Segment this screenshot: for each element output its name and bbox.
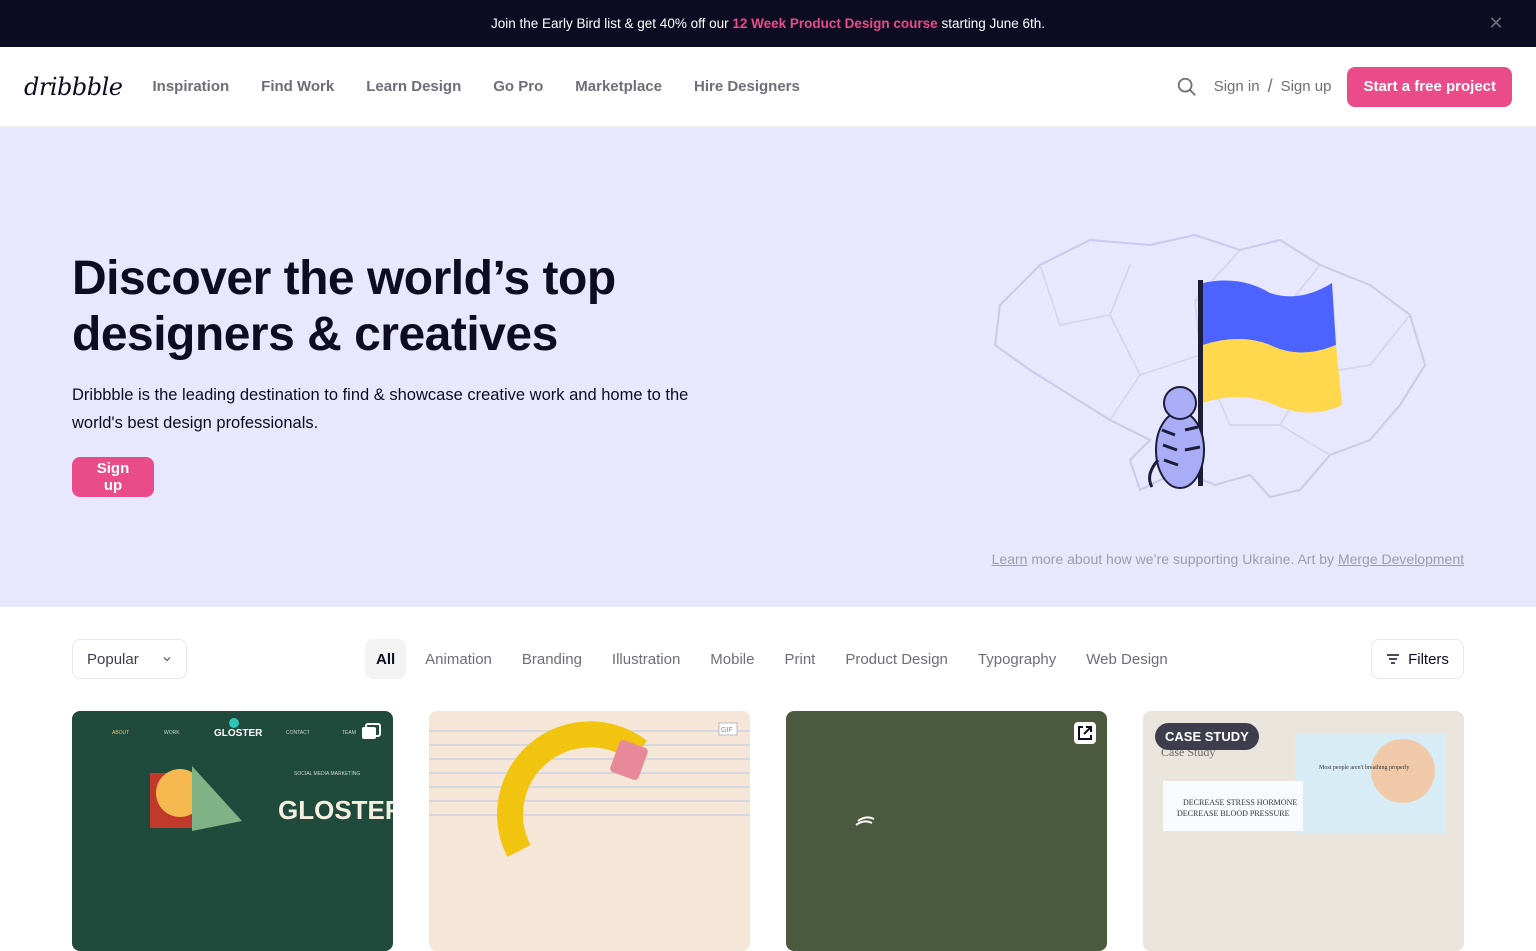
shot1-nav-team: TEAM — [342, 730, 356, 736]
tab-branding[interactable]: Branding — [511, 639, 593, 679]
hero-title-line1: Discover the world’s top — [72, 252, 616, 305]
nav-find-work[interactable]: Find Work — [261, 78, 334, 95]
shot1-tag: SOCIAL MEDIA MARKETING — [294, 771, 360, 777]
promo-banner: Join the Early Bird list & get 40% off o… — [0, 0, 1536, 47]
tab-illustration[interactable]: Illustration — [601, 639, 691, 679]
shot-card[interactable]: ABOUT WORK GLOSTER CONTACT TEAM SOCIAL M… — [72, 711, 393, 951]
banner-text-before: Join the Early Bird list & get 40% off o… — [490, 16, 733, 31]
tab-web-design[interactable]: Web Design — [1075, 639, 1178, 679]
dribbble-logo[interactable]: dribbble — [24, 73, 123, 101]
tab-typography[interactable]: Typography — [967, 639, 1067, 679]
filter-icon — [1387, 654, 1400, 664]
case-study-line-2: DECREASE BLOOD PRESSURE — [1177, 809, 1290, 818]
tab-product-design[interactable]: Product Design — [834, 639, 959, 679]
case-study-line-1: DECREASE STRESS HORMONE — [1183, 798, 1297, 807]
credit-text: more about how we’re supporting Ukraine.… — [1027, 551, 1338, 567]
nav-go-pro[interactable]: Go Pro — [493, 78, 543, 95]
shot-thumbnail — [855, 816, 875, 826]
hero-sign-up-button[interactable]: Sign up — [72, 457, 154, 497]
filters-button[interactable]: Filters — [1371, 639, 1464, 679]
nav-hire-designers[interactable]: Hire Designers — [694, 78, 800, 95]
hero-text: Discover the world’s top designers & cre… — [72, 251, 692, 497]
chevron-down-icon — [163, 656, 171, 662]
learn-more-link[interactable]: Learn — [992, 551, 1028, 567]
hero-title: Discover the world’s top designers & cre… — [72, 251, 692, 363]
auth-links: Sign in / Sign up — [1214, 76, 1332, 97]
filters-label: Filters — [1408, 650, 1449, 668]
nav-learn-design[interactable]: Learn Design — [366, 78, 461, 95]
case-study-badge: CASE STUDY — [1155, 723, 1259, 750]
tiger-head — [1163, 386, 1197, 420]
shots-grid: ABOUT WORK GLOSTER CONTACT TEAM SOCIAL M… — [72, 711, 1464, 951]
gif-badge: GIF — [721, 727, 733, 734]
shot1-nav-contact: CONTACT — [286, 730, 310, 736]
nav-inspiration[interactable]: Inspiration — [152, 78, 229, 95]
filter-bar: Popular All Animation Branding Illustrat… — [0, 607, 1536, 711]
header-actions: Sign in / Sign up Start a free project — [1176, 66, 1512, 107]
shot1-nav-about: ABOUT — [112, 730, 129, 736]
start-project-button[interactable]: Start a free project — [1347, 66, 1512, 107]
flag-yellow — [1203, 339, 1342, 413]
close-icon[interactable]: ✕ — [1486, 13, 1506, 33]
nav-marketplace[interactable]: Marketplace — [575, 78, 662, 95]
sign-up-link[interactable]: Sign up — [1281, 78, 1332, 95]
tab-mobile[interactable]: Mobile — [699, 639, 765, 679]
tab-print[interactable]: Print — [773, 639, 826, 679]
multi-shot-icon — [362, 723, 381, 739]
shot1-logo: GLOSTER — [214, 728, 263, 739]
merge-development-link[interactable]: Merge Development — [1338, 551, 1464, 567]
auth-separator: / — [1267, 76, 1273, 96]
hero-credit: Learn more about how we’re supporting Uk… — [992, 551, 1464, 567]
ukraine-map-illustration — [993, 233, 1427, 499]
shot1-nav-work: WORK — [164, 730, 180, 736]
category-tabs: All Animation Branding Illustration Mobi… — [365, 639, 1187, 679]
site-header: dribbble Inspiration Find Work Learn Des… — [0, 47, 1536, 127]
tab-all[interactable]: All — [365, 639, 407, 679]
search-icon[interactable] — [1176, 76, 1198, 98]
shot-card[interactable] — [786, 711, 1107, 951]
banner-course-link[interactable]: 12 Week Product Design course — [732, 16, 937, 31]
main-nav: Inspiration Find Work Learn Design Go Pr… — [152, 78, 799, 95]
shot-card[interactable]: GIF — [429, 711, 750, 951]
sort-value: Popular — [87, 650, 139, 668]
tiger-body — [1155, 411, 1205, 489]
shot-thumbnail: ABOUT WORK GLOSTER CONTACT TEAM SOCIAL M… — [112, 718, 393, 831]
sign-in-link[interactable]: Sign in — [1214, 78, 1260, 95]
shot1-title: GLOSTER — [278, 795, 393, 825]
banner-text: Join the Early Bird list & get 40% off o… — [491, 16, 1045, 31]
case-study-quote: Most people aren't breathing properly — [1319, 765, 1409, 771]
hero-section: Discover the world’s top designers & cre… — [0, 127, 1536, 607]
hero-subtitle: Dribbble is the leading destination to f… — [72, 386, 689, 432]
hero-title-line2: designers & creatives — [72, 308, 558, 361]
shot-thumbnail: GIF — [429, 721, 750, 857]
banner-text-after: starting June 6th. — [937, 16, 1046, 31]
shot-card[interactable]: Case Study Most people aren't breathing … — [1143, 711, 1464, 951]
external-link-icon — [1074, 722, 1096, 744]
sort-dropdown[interactable]: Popular — [72, 639, 187, 679]
tab-animation[interactable]: Animation — [414, 639, 503, 679]
